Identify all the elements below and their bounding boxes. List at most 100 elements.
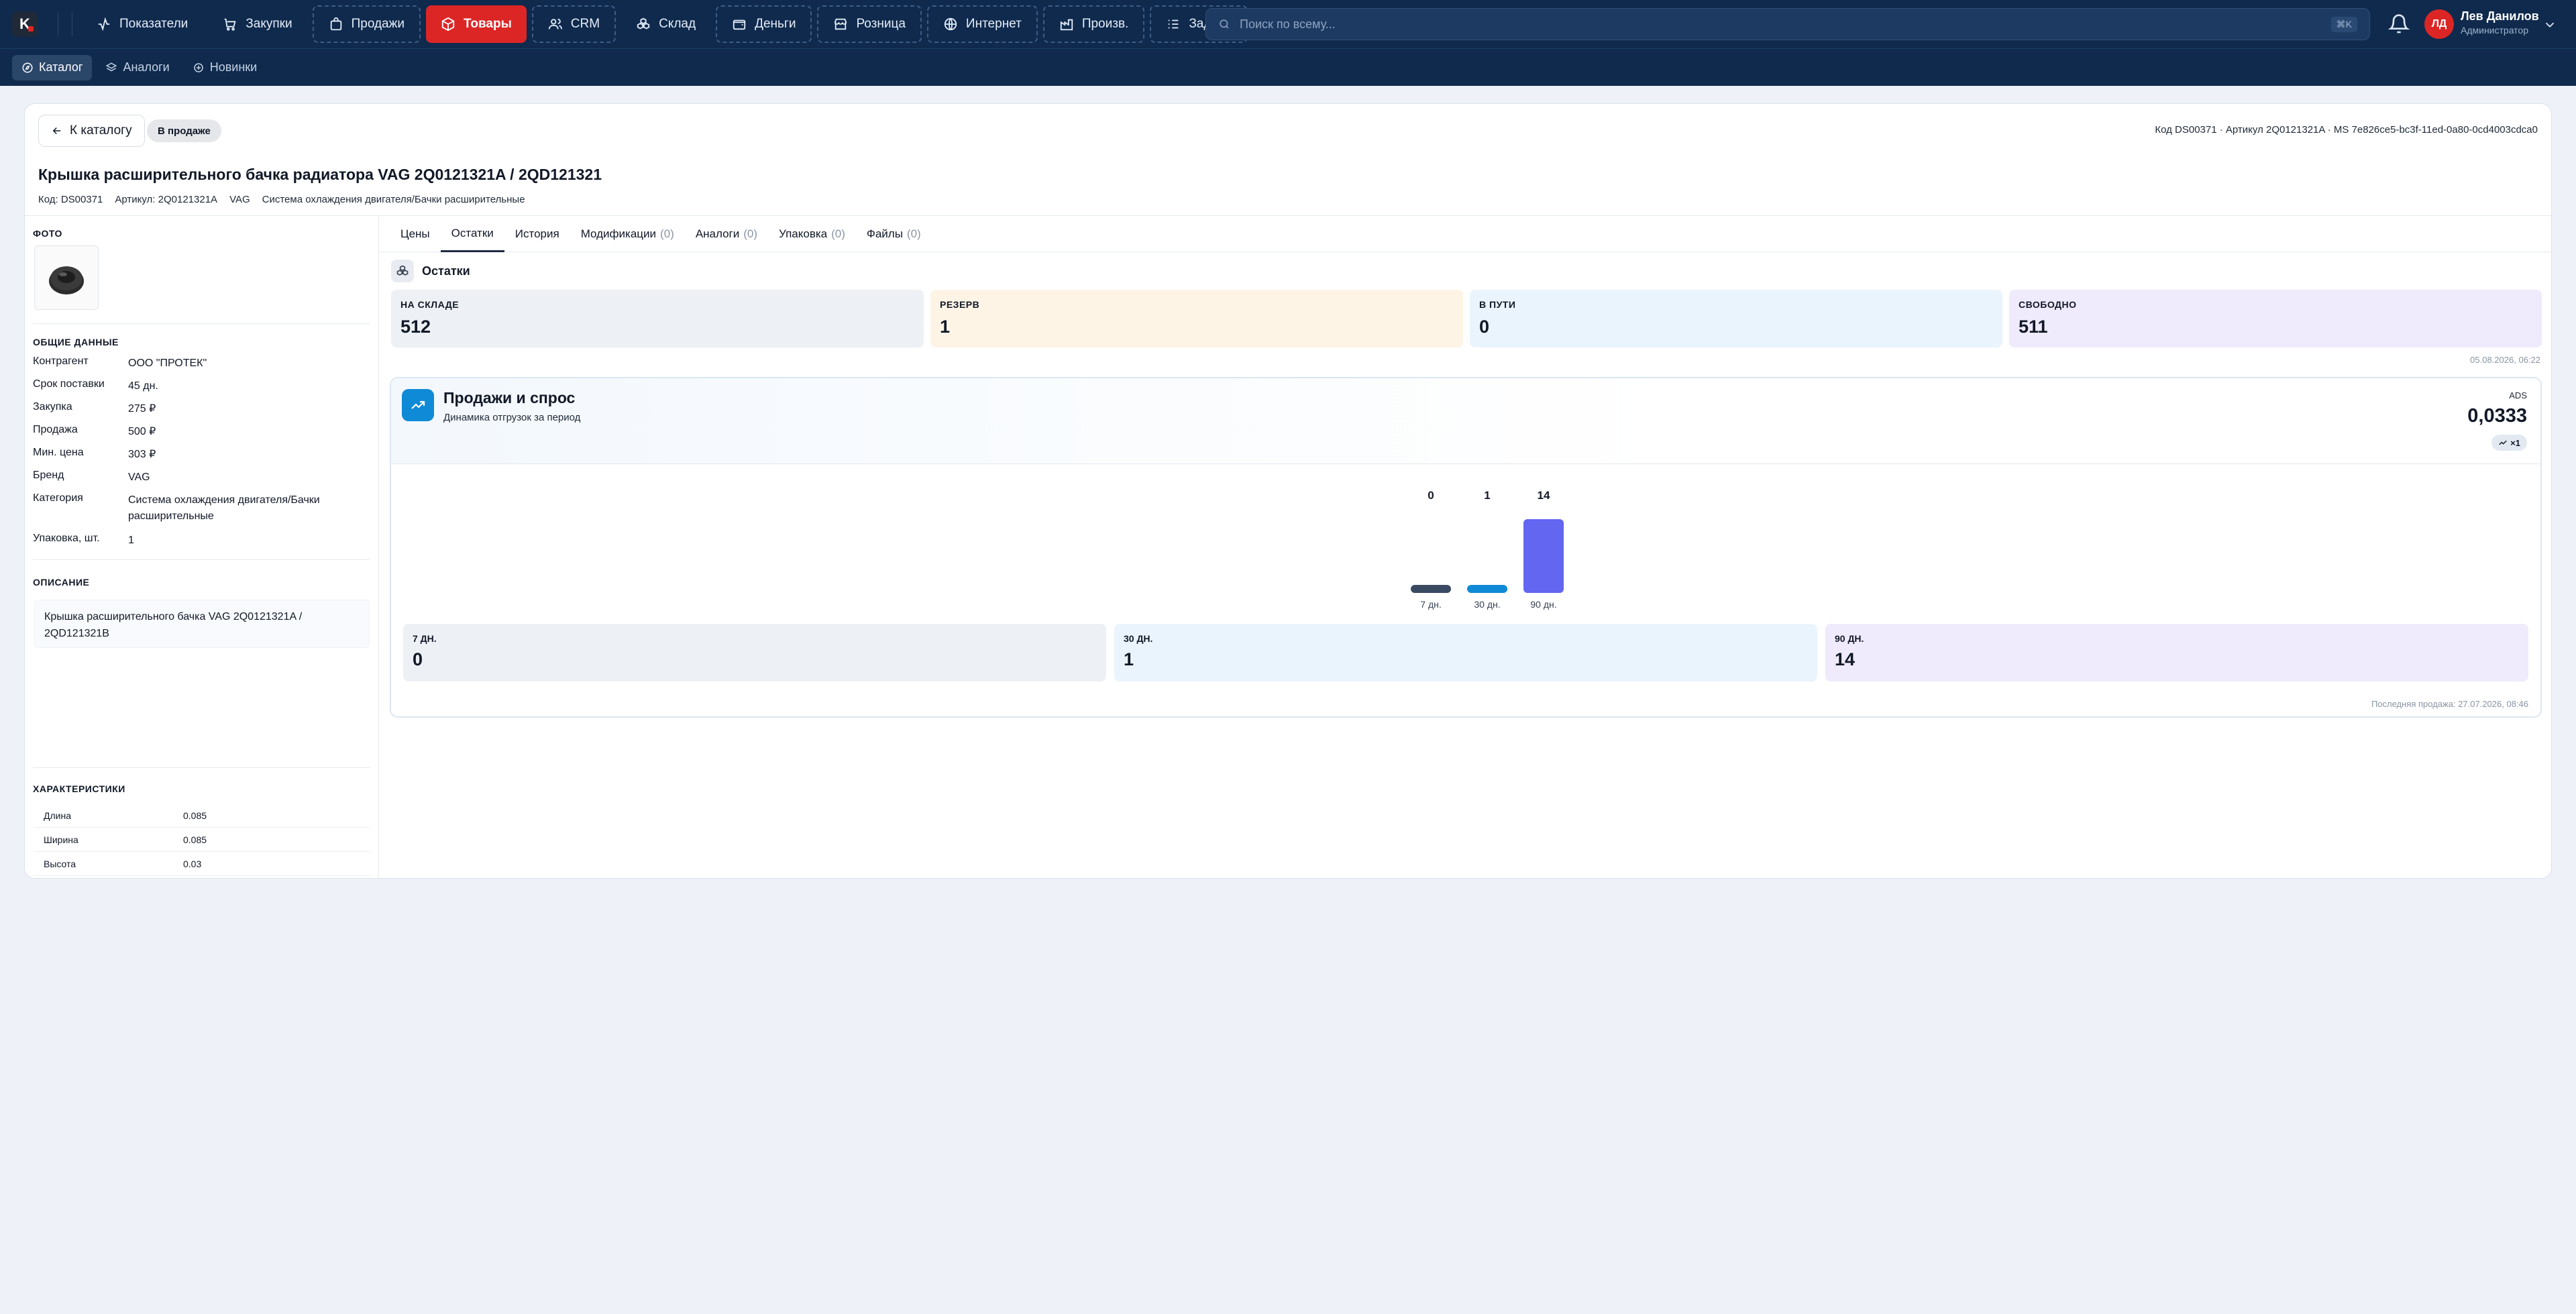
tab-label: Файлы <box>866 227 903 240</box>
user-info[interactable]: Лев Данилов Администратор <box>2461 9 2539 36</box>
nav-item-7[interactable]: Розница <box>817 5 922 43</box>
chart-bar[interactable] <box>1411 585 1451 593</box>
sparkle-icon <box>193 62 203 72</box>
stock-date: 05.08.2026, 06:22 <box>2470 355 2540 365</box>
nav-item-6[interactable]: Деньги <box>716 5 812 43</box>
char-value: 0.085 <box>183 810 207 821</box>
nav-item-0[interactable]: Показатели <box>82 5 203 43</box>
general-key: Закупка <box>33 401 72 413</box>
table-row: Ширина 0.085 <box>34 828 370 852</box>
stock-card: НА СКЛАДЕ 512 <box>391 290 924 347</box>
chart-category-label: 30 дн. <box>1474 599 1500 610</box>
box-icon <box>441 17 455 32</box>
sales-header: Продажи и спрос Динамика отгрузок за пер… <box>391 378 2540 464</box>
period-value: 1 <box>1124 649 1134 669</box>
nav-item-9[interactable]: Произв. <box>1042 5 1145 43</box>
bag-icon <box>330 17 341 31</box>
stock-card: В ПУТИ 0 <box>1470 290 2002 347</box>
nav-item-2[interactable]: Продажи <box>312 5 421 43</box>
wallet-icon <box>733 19 746 30</box>
period-label: 7 ДН. <box>413 633 437 644</box>
product-photo[interactable] <box>34 245 99 310</box>
search-shortcut: ⌘K <box>2330 16 2357 32</box>
meta-article: Артикул: 2Q0121321A <box>115 194 218 205</box>
search-icon <box>1220 19 1229 29</box>
nav-item-label: Склад <box>659 17 696 31</box>
nav-item-8[interactable]: Интернет <box>926 5 1038 43</box>
factory-icon <box>1060 19 1073 31</box>
period-value: 14 <box>1835 649 1856 669</box>
period-label: 30 ДН. <box>1124 633 1153 644</box>
stock-label: В ПУТИ <box>1479 299 1516 310</box>
global-search[interactable]: Поиск по всему... ⌘K <box>1205 8 2370 40</box>
nav-item-label: Показатели <box>119 17 189 31</box>
chevron-down-icon[interactable] <box>2542 17 2557 32</box>
nav-item-3[interactable]: Товары <box>425 5 527 43</box>
nav-item-label: Закупки <box>246 17 292 31</box>
tab-count: (0) <box>743 227 758 240</box>
nav-item-label: Произв. <box>1081 17 1129 31</box>
stock-card: РЕЗЕРВ 1 <box>930 290 1463 347</box>
subnav-item-catalog[interactable]: Каталог <box>12 54 93 80</box>
general-key: Бренд <box>33 470 64 481</box>
tab-6[interactable]: Файлы (0) <box>856 216 932 252</box>
divider <box>33 767 370 768</box>
tab-count: (0) <box>660 227 674 240</box>
tab-4[interactable]: Аналоги (0) <box>685 216 768 252</box>
char-key: Длина <box>44 810 71 821</box>
general-key: Мин. цена <box>33 447 84 458</box>
period-card: 7 ДН. 0 <box>403 624 1106 681</box>
stock-value: 1 <box>940 317 951 337</box>
general-row: Бренд VAG <box>33 470 356 486</box>
chart-bar[interactable] <box>1467 585 1507 593</box>
sales-bar-chart: 0 7 дн. 1 30 дн. 14 90 дн. <box>1411 489 1564 610</box>
store-icon <box>835 18 847 30</box>
meta-category: Система охлаждения двигателя/Бачки расши… <box>262 194 525 205</box>
sales-demand-panel: Продажи и спрос Динамика отгрузок за пер… <box>390 377 2542 718</box>
tab-count: (0) <box>906 227 921 240</box>
tab-5[interactable]: Упаковка (0) <box>768 216 856 252</box>
boxes-icon <box>391 260 414 282</box>
chart-bar[interactable] <box>1523 519 1564 593</box>
chart-value-label: 0 <box>1428 489 1434 502</box>
general-value: VAG <box>128 472 150 483</box>
tab-2[interactable]: История <box>504 216 570 252</box>
subnav-item-analogs[interactable]: Аналоги <box>96 55 178 80</box>
general-row: Закупка 275 ₽ <box>33 401 356 417</box>
back-to-catalog-button[interactable]: К каталогу <box>38 115 145 147</box>
product-image <box>49 266 84 294</box>
nav-item-label: Товары <box>463 17 512 31</box>
meta-brand: VAG <box>229 194 250 205</box>
bell-icon[interactable] <box>2388 13 2410 35</box>
divider <box>33 559 370 560</box>
general-value: 1 <box>128 535 134 546</box>
general-row: Срок поставки 45 дн. <box>33 378 356 394</box>
ads-label: ADS <box>2509 390 2527 400</box>
general-key: Срок поставки <box>33 378 105 390</box>
user-role: Администратор <box>2461 25 2529 36</box>
page-title: Крышка расширительного бачка радиатора V… <box>38 166 602 183</box>
stock-label: РЕЗЕРВ <box>940 299 980 310</box>
tab-0[interactable]: Цены <box>390 216 441 252</box>
nav-item-label: Продажи <box>351 17 405 31</box>
meta-code: Код: DS00371 <box>38 194 103 205</box>
stock-card: СВОБОДНО 511 <box>2009 290 2542 347</box>
description-title: ОПИСАНИЕ <box>33 577 90 588</box>
subnav-item-new[interactable]: Новинки <box>183 55 267 80</box>
product-meta: Код: DS00371 Артикул: 2Q0121321A VAG Сис… <box>38 194 525 205</box>
avatar[interactable]: ЛД <box>2424 9 2454 39</box>
general-row: Мин. цена 303 ₽ <box>33 447 356 463</box>
nav-item-5[interactable]: Склад <box>621 5 710 43</box>
search-placeholder: Поиск по всему... <box>1240 17 1336 31</box>
general-key: Контрагент <box>33 355 89 367</box>
tab-1[interactable]: Остатки <box>440 216 504 252</box>
nav-item-1[interactable]: Закупки <box>208 5 307 43</box>
nav-item-4[interactable]: CRM <box>531 5 616 43</box>
app-logo[interactable]: K <box>12 11 38 37</box>
chart-category-label: 90 дн. <box>1530 599 1556 610</box>
tab-label: Упаковка <box>779 227 828 240</box>
general-value: 275 ₽ <box>128 403 156 415</box>
trending-up-icon <box>402 389 434 421</box>
char-value: 0.03 <box>183 858 202 869</box>
tab-3[interactable]: Модификации (0) <box>570 216 685 252</box>
